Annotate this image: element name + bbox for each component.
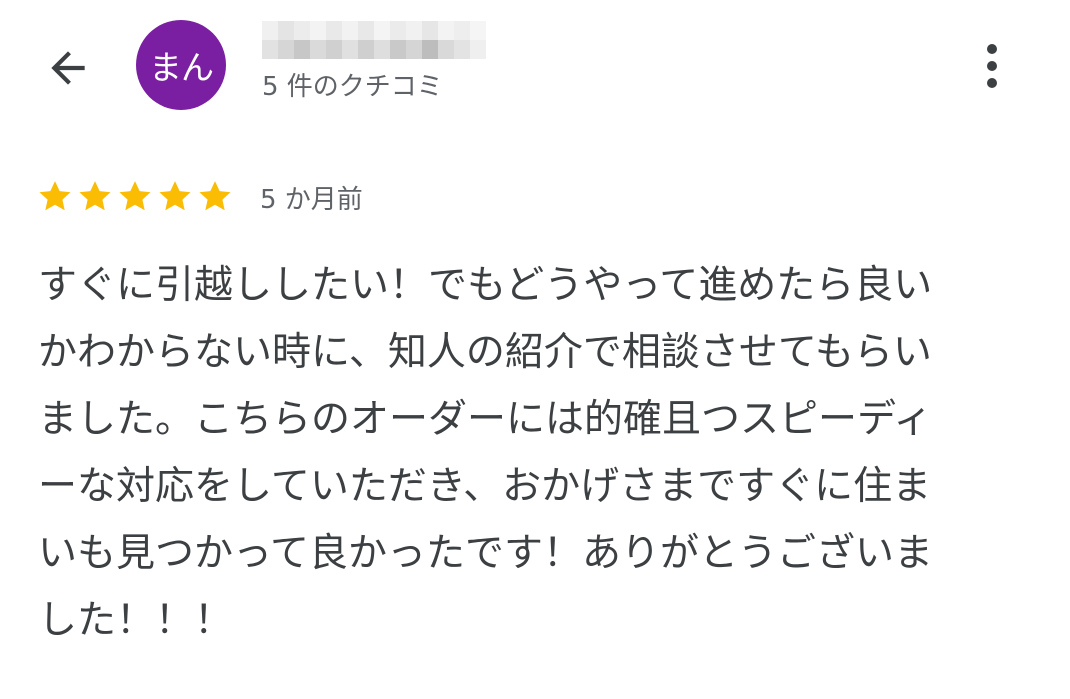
arrow-back-icon (51, 51, 85, 85)
star-icon (79, 181, 111, 211)
avatar-initials: まん (149, 48, 214, 87)
review-text: すぐに引越ししたい！でもどうやって進めたら良い かわからない時に、知人の紹介で相… (38, 252, 1028, 654)
star-rating (36, 178, 234, 216)
star-icon (159, 181, 191, 211)
rating-row: 5 か月前 (36, 176, 363, 218)
more-vert-icon-dot (987, 78, 997, 88)
back-button[interactable] (40, 40, 96, 96)
star-icon (39, 181, 71, 211)
review-text-line: ーな対応をしていただき、おかげさまですぐに住ま (38, 464, 932, 509)
review-text-line: すぐに引越ししたい！でもどうやって進めたら良い (38, 263, 933, 308)
review-text-line: ました。こちらのオーダーには的確且つスピーディ (38, 397, 933, 442)
star-icon (119, 181, 151, 211)
star-icon (199, 181, 231, 211)
review-text-line: かわからない時に、知人の紹介で相談させてもらい (38, 330, 932, 375)
review-text-line: した！！！ (38, 598, 234, 643)
avatar[interactable]: まん (136, 20, 226, 110)
more-vert-icon-dot (987, 61, 997, 71)
review-text-line: いも見つかって良かったです！ありがとうございま (38, 531, 934, 576)
review-time: 5 か月前 (260, 184, 363, 215)
more-vert-icon-dot (987, 44, 997, 54)
review-count: 5 件のクチコミ (262, 72, 443, 102)
reviewer-name-blurred[interactable] (262, 21, 486, 59)
more-options-button[interactable] (966, 36, 1018, 96)
